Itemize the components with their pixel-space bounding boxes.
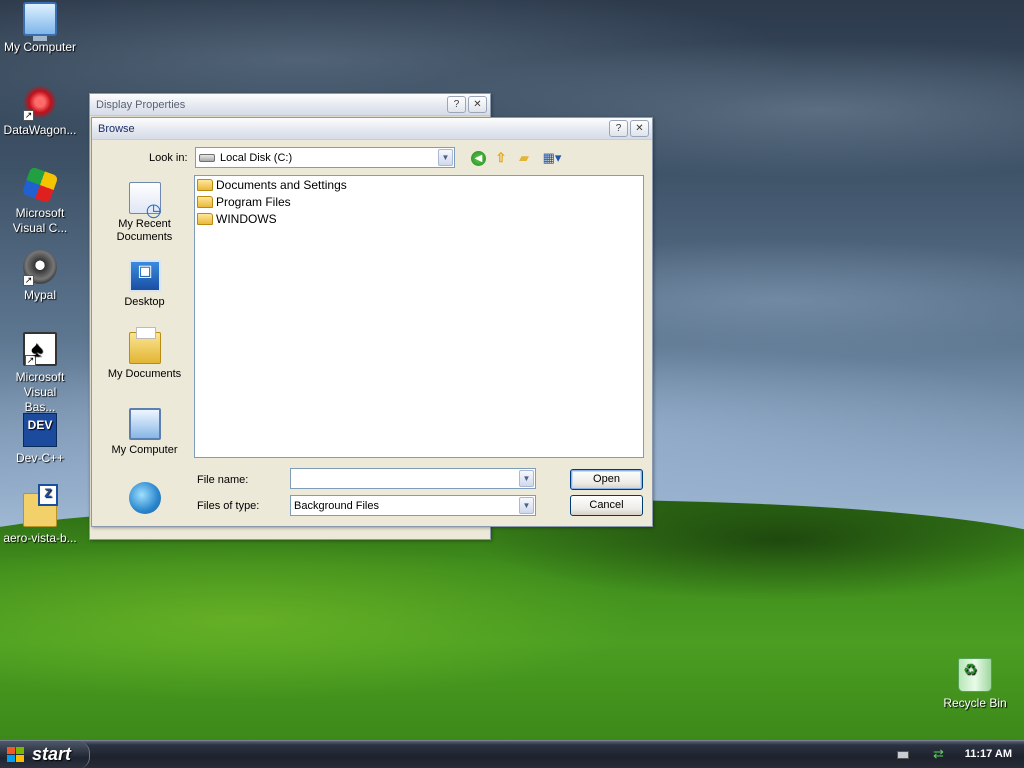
back-icon[interactable]: ◀ bbox=[471, 151, 486, 166]
visual-c-icon bbox=[21, 166, 59, 204]
places-bar: My Recent Documents Desktop My Documents… bbox=[97, 170, 192, 514]
shortcut-arrow-icon: ↗ bbox=[23, 110, 34, 121]
place-label: My Recent Documents bbox=[116, 218, 173, 243]
desktop-icon-datawagon[interactable]: ↗ DataWagon... bbox=[0, 85, 80, 138]
file-name: WINDOWS bbox=[216, 211, 277, 226]
file-name-label: File name: bbox=[197, 474, 249, 486]
place-my-network[interactable] bbox=[97, 482, 192, 518]
zip-folder-icon bbox=[23, 484, 58, 527]
view-menu-icon[interactable]: ▦▾ bbox=[539, 149, 565, 167]
help-button[interactable]: ? bbox=[447, 96, 466, 113]
desktop-icon-visual-basic[interactable]: ↗ Microsoft Visual Bas... bbox=[0, 332, 80, 415]
desktop-icon-label: Recycle Bin bbox=[943, 696, 1007, 710]
file-name-field[interactable]: ▼ bbox=[290, 468, 536, 489]
taskbar: start ⇄ 11:17 AM bbox=[0, 740, 1024, 768]
folder-icon bbox=[197, 212, 213, 225]
recent-documents-icon bbox=[128, 182, 162, 217]
keyboard-icon[interactable] bbox=[897, 751, 909, 759]
desktop-icon-label: Microsoft Visual C... bbox=[12, 206, 68, 235]
help-button[interactable]: ? bbox=[609, 120, 628, 137]
visual-basic-icon: ↗ bbox=[23, 332, 57, 366]
file-type-label: Files of type: bbox=[197, 500, 260, 512]
dev-cpp-icon: DEV bbox=[23, 413, 57, 447]
display-properties-titlebar[interactable]: Display Properties ? ✕ bbox=[90, 94, 490, 116]
drive-icon bbox=[199, 153, 215, 162]
place-my-recent-documents[interactable]: My Recent Documents bbox=[97, 182, 192, 244]
list-item[interactable]: Documents and Settings bbox=[195, 176, 643, 193]
browse-dialog[interactable]: Browse ? ✕ Look in: Local Disk (C:) ▼ ◀ … bbox=[91, 117, 653, 527]
mypal-icon: ↗ bbox=[23, 250, 57, 286]
close-button[interactable]: ✕ bbox=[468, 96, 487, 113]
cancel-button[interactable]: Cancel bbox=[570, 495, 643, 516]
chevron-down-icon[interactable]: ▼ bbox=[519, 470, 534, 487]
my-computer-icon bbox=[23, 2, 57, 41]
close-button[interactable]: ✕ bbox=[630, 120, 649, 137]
look-in-dropdown[interactable]: Local Disk (C:) ▼ bbox=[195, 147, 455, 168]
file-name: Documents and Settings bbox=[216, 177, 347, 192]
desktop-icon-aero-vista[interactable]: aero-vista-b... bbox=[0, 484, 80, 546]
window-title: Display Properties bbox=[96, 98, 186, 111]
chevron-down-icon[interactable]: ▼ bbox=[438, 149, 453, 166]
my-computer-icon bbox=[128, 408, 161, 440]
file-list[interactable]: Documents and Settings Program Files WIN… bbox=[194, 175, 644, 458]
new-folder-icon[interactable]: ▰ bbox=[515, 149, 533, 167]
recycle-bin-icon bbox=[958, 658, 992, 692]
desktop-icon-dev-cpp[interactable]: DEV Dev-C++ bbox=[0, 413, 80, 466]
network-globe-icon bbox=[128, 482, 161, 514]
desktop-icon bbox=[128, 260, 161, 292]
windows-logo-icon bbox=[7, 747, 25, 763]
browse-titlebar[interactable]: Browse ? ✕ bbox=[92, 118, 652, 140]
system-tray: ⇄ 11:17 AM bbox=[894, 741, 1024, 768]
desktop-icon-label: Microsoft Visual Bas... bbox=[15, 370, 65, 414]
start-label: start bbox=[32, 744, 72, 764]
up-folder-icon[interactable]: ⇧ bbox=[492, 149, 510, 167]
desktop-icon-label: Mypal bbox=[23, 288, 56, 302]
my-documents-icon bbox=[128, 327, 161, 364]
desktop-icon-visual-c[interactable]: Microsoft Visual C... bbox=[0, 166, 80, 236]
file-type-dropdown[interactable]: Background Files ▼ bbox=[290, 495, 536, 516]
place-desktop[interactable]: Desktop bbox=[97, 260, 192, 309]
list-item[interactable]: Program Files bbox=[195, 193, 643, 210]
desktop-icon-label: My Computer bbox=[3, 40, 77, 54]
window-title: Browse bbox=[98, 122, 135, 135]
desktop-icon-label: DataWagon... bbox=[3, 123, 77, 137]
open-button[interactable]: Open bbox=[570, 469, 643, 490]
folder-icon bbox=[197, 178, 213, 191]
desktop-icon-recycle-bin[interactable]: Recycle Bin bbox=[935, 658, 1015, 711]
shortcut-arrow-icon: ↗ bbox=[23, 275, 34, 286]
clock[interactable]: 11:17 AM bbox=[965, 748, 1012, 760]
shortcut-arrow-icon: ↗ bbox=[25, 355, 36, 366]
look-in-label: Look in: bbox=[149, 152, 188, 164]
start-button[interactable]: start bbox=[0, 741, 90, 768]
folder-icon bbox=[197, 195, 213, 208]
desktop-icon-label: Dev-C++ bbox=[15, 451, 65, 465]
desktop-icon-mypal[interactable]: ↗ Mypal bbox=[0, 250, 80, 303]
desktop-icon-label: aero-vista-b... bbox=[3, 531, 77, 545]
place-label: My Documents bbox=[107, 368, 182, 380]
network-icon[interactable]: ⇄ bbox=[933, 747, 947, 760]
chevron-down-icon[interactable]: ▼ bbox=[519, 497, 534, 514]
look-in-value: Local Disk (C:) bbox=[220, 151, 293, 164]
list-item[interactable]: WINDOWS bbox=[195, 210, 643, 227]
place-my-computer[interactable]: My Computer bbox=[97, 408, 192, 457]
file-type-value: Background Files bbox=[294, 499, 379, 512]
place-label: My Computer bbox=[111, 444, 178, 456]
place-label: Desktop bbox=[124, 296, 165, 308]
file-name: Program Files bbox=[216, 194, 291, 209]
datawagon-icon: ↗ bbox=[23, 85, 57, 121]
place-my-documents[interactable]: My Documents bbox=[97, 327, 192, 381]
desktop-icon-my-computer[interactable]: My Computer bbox=[0, 2, 80, 55]
